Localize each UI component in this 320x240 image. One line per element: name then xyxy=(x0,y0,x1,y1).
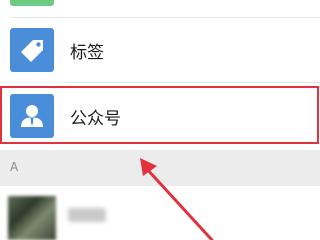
blurred-contact-name xyxy=(68,208,106,222)
contact-list-item[interactable] xyxy=(0,186,320,240)
tags-label: 标签 xyxy=(70,43,104,63)
tag-icon xyxy=(10,28,54,72)
avatar xyxy=(8,196,56,240)
group-chat-icon xyxy=(10,0,54,6)
divider xyxy=(66,82,320,83)
list-item-tags[interactable]: 标签 xyxy=(0,20,320,80)
section-header: A xyxy=(0,150,320,186)
highlight-box xyxy=(0,86,319,144)
list-item-top[interactable] xyxy=(0,0,320,16)
section-letter: A xyxy=(10,160,19,174)
divider xyxy=(10,17,320,18)
